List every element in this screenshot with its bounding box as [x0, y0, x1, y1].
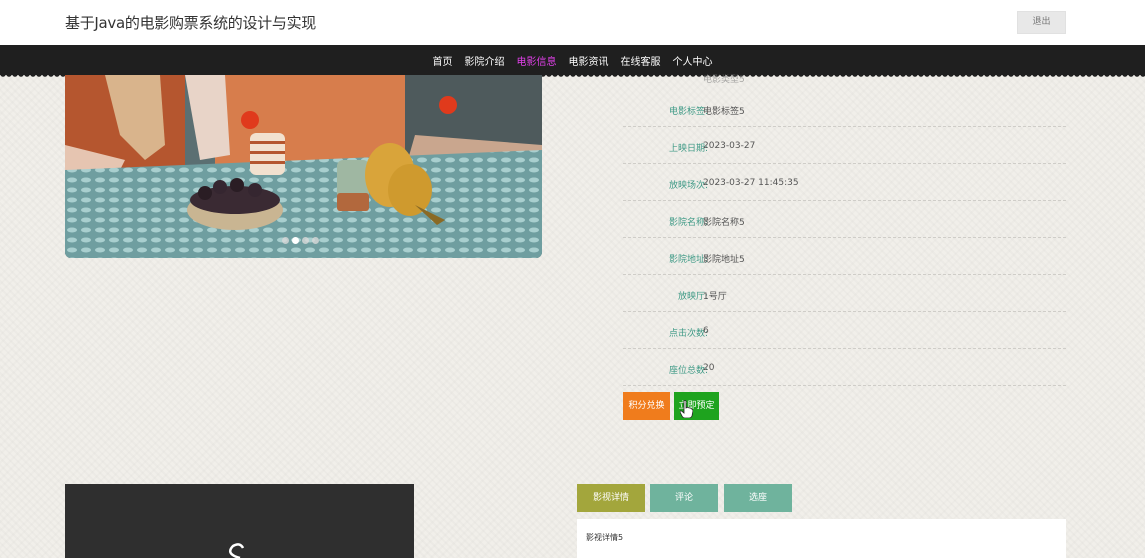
movie-still-image	[65, 75, 542, 258]
logout-button[interactable]: 退出	[1017, 11, 1066, 34]
movie-poster	[65, 484, 414, 558]
tab-content-panel: 影视详情5	[577, 519, 1066, 558]
top-header: 基于Java的电影购票系统的设计与实现 退出	[0, 0, 1145, 45]
nav-item-cinema-intro[interactable]: 影院介绍	[465, 53, 505, 68]
info-row-cinema-address: 影院地址: 影院地址5	[623, 238, 1066, 275]
info-row-cinema-name: 影院名称: 影院名称5	[623, 201, 1066, 238]
movie-info-table: 电影标签: 电影标签5 上映日期: 2023-03-27 放映场次: 2023-…	[623, 90, 1066, 386]
info-value: 2023-03-27 11:45:35	[703, 178, 799, 188]
info-row-tag: 电影标签: 电影标签5	[623, 90, 1066, 127]
info-row-click-count: 点击次数: 6	[623, 312, 1066, 349]
tab-seat-selection[interactable]: 选座	[724, 484, 792, 512]
info-row-seat-total: 座位总数: 20	[623, 349, 1066, 386]
nav-item-home[interactable]: 首页	[433, 53, 453, 68]
info-row-release-date: 上映日期: 2023-03-27	[623, 127, 1066, 164]
movie-image-carousel[interactable]	[65, 75, 542, 258]
site-title: 基于Java的电影购票系统的设计与实现	[65, 14, 316, 32]
carousel-dot[interactable]	[282, 237, 289, 244]
info-value: 影院地址5	[703, 255, 745, 265]
carousel-dot-active[interactable]	[292, 237, 299, 244]
info-value: 影院名称5	[703, 218, 745, 228]
nav-item-movie-info[interactable]: 电影信息	[517, 53, 557, 68]
carousel-dots	[282, 237, 319, 244]
info-value: 电影标签5	[703, 107, 745, 117]
movie-details-text: 影视详情5	[586, 533, 624, 542]
tab-comments[interactable]: 评论	[650, 484, 718, 512]
poster-image	[228, 543, 245, 558]
tab-movie-details[interactable]: 影视详情	[577, 484, 645, 512]
main-nav: 首页 影院介绍 电影信息 电影资讯 在线客服 个人中心	[0, 45, 1145, 79]
carousel-dot[interactable]	[302, 237, 309, 244]
nav-item-personal-center[interactable]: 个人中心	[673, 53, 713, 68]
nav-item-movie-news[interactable]: 电影资讯	[569, 53, 609, 68]
hand-cursor-icon	[680, 400, 693, 418]
points-exchange-button[interactable]: 积分兑换	[623, 392, 670, 420]
nav-item-online-service[interactable]: 在线客服	[621, 53, 661, 68]
info-value: 20	[703, 363, 715, 373]
info-row-hall: 放映厅: 1号厅	[623, 275, 1066, 312]
info-row-showtime: 放映场次: 2023-03-27 11:45:35	[623, 164, 1066, 201]
info-value: 6	[703, 326, 709, 336]
info-value: 2023-03-27	[703, 141, 756, 151]
carousel-dot[interactable]	[312, 237, 319, 244]
partial-info-value: 电影类型5	[703, 75, 745, 85]
info-value: 1号厅	[703, 292, 727, 302]
